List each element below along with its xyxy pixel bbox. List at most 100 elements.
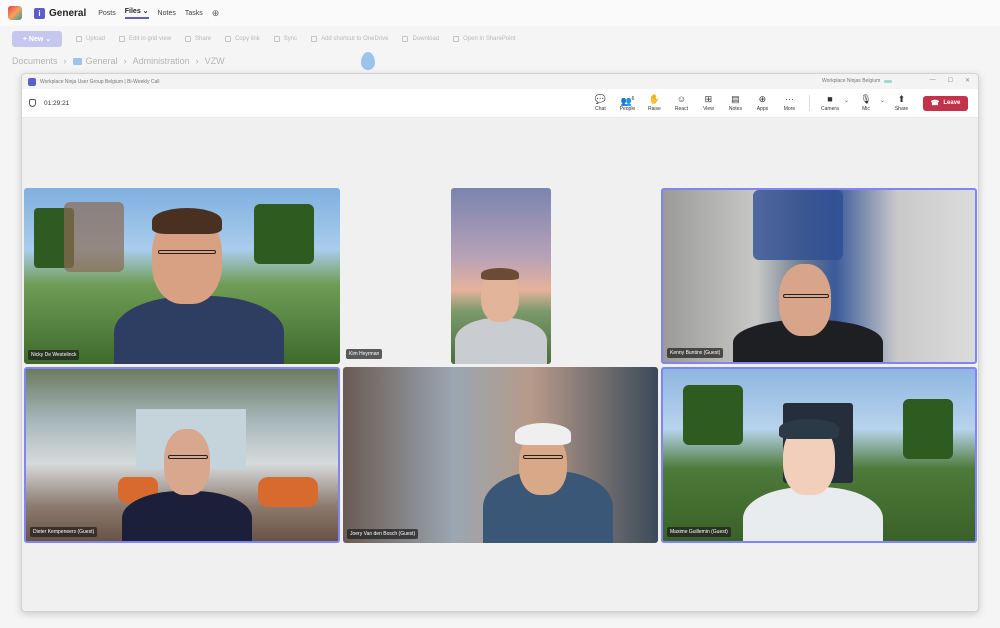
- more-button[interactable]: ··· More: [776, 94, 803, 112]
- tab-files[interactable]: Files ⌄: [124, 7, 149, 19]
- leave-label: Leave: [943, 100, 961, 106]
- camera-label: Camera: [821, 106, 839, 112]
- people-button[interactable]: 👥6 People: [614, 94, 641, 112]
- share-label: Share: [894, 106, 909, 112]
- participant-hair: [481, 268, 519, 280]
- react-button[interactable]: ☺ React: [668, 94, 695, 112]
- participant-name: Joery Van den Bosch (Guest): [347, 529, 419, 539]
- loading-drop-icon: [361, 52, 375, 70]
- apps-button[interactable]: ⊕ Apps: [749, 94, 776, 112]
- tab-posts[interactable]: Posts: [98, 10, 116, 17]
- share-icon: ⬆: [897, 94, 906, 104]
- breadcrumb-administration[interactable]: Administration: [133, 56, 190, 66]
- meeting-window: Workplace Ninja User Group Belgium | Bi-…: [21, 73, 979, 612]
- participant-glasses: [158, 250, 216, 254]
- share-button[interactable]: ⬆ Share: [888, 94, 915, 112]
- share-file-button[interactable]: Share: [185, 36, 211, 42]
- maximize-icon[interactable]: ☐: [948, 77, 953, 84]
- breadcrumb-general[interactable]: General: [86, 56, 118, 66]
- org-badge: [884, 79, 893, 83]
- raise-label: Raise: [648, 106, 661, 112]
- video-tile[interactable]: Nicky De Westelinck: [24, 188, 340, 364]
- channel-icon: i: [34, 7, 45, 19]
- upload-icon: [76, 36, 82, 42]
- participant-hair: [152, 208, 222, 234]
- apps-label: Apps: [756, 106, 769, 112]
- breadcrumb-separator: ›: [195, 56, 199, 66]
- upload-label: Upload: [86, 36, 106, 42]
- chat-button[interactable]: 💬 Chat: [587, 94, 614, 112]
- leave-button[interactable]: ☎ Leave: [923, 95, 968, 111]
- participant-cap: [515, 423, 571, 445]
- participant-body: [743, 487, 883, 541]
- channel-name: General: [49, 7, 87, 19]
- camera-options-chevron-icon[interactable]: ⌄: [844, 97, 849, 104]
- video-tile[interactable]: Joery Van den Bosch (Guest): [343, 367, 658, 543]
- shield-icon: [29, 99, 36, 107]
- participant-name: Kim Heyrman: [346, 349, 383, 359]
- participant-name: Dieter Kempeneers (Guest): [30, 527, 98, 537]
- sync-button[interactable]: Sync: [273, 36, 298, 42]
- team-logo[interactable]: [8, 6, 22, 20]
- people-count: 6: [631, 96, 635, 102]
- participant-head: [164, 429, 210, 495]
- background-sofa: [258, 477, 318, 507]
- participant-glasses: [168, 455, 208, 459]
- download-button[interactable]: Download: [402, 36, 439, 42]
- participant-name: Kenny Buntinx (Guest): [667, 348, 724, 358]
- video-tile-active-speaker[interactable]: Dieter Kempeneers (Guest): [24, 367, 340, 543]
- download-label: Download: [412, 36, 440, 42]
- notes-icon: ▤: [731, 94, 740, 104]
- participant-name: Nicky De Westelinck: [28, 350, 80, 360]
- camera-button[interactable]: ■ Camera: [816, 94, 844, 112]
- tab-notes[interactable]: Notes: [158, 10, 176, 17]
- breadcrumb-vzw[interactable]: VZW: [205, 56, 225, 66]
- video-tile-active-speaker[interactable]: Kenny Buntinx (Guest): [661, 188, 977, 364]
- tab-files-label: Files: [124, 8, 141, 15]
- raise-hand-button[interactable]: ✋ Raise: [641, 94, 668, 112]
- participant-glasses: [523, 455, 563, 459]
- copy-link-label: Copy link: [235, 36, 260, 42]
- teams-logo-icon: [28, 77, 36, 86]
- breadcrumb-separator: ›: [63, 56, 67, 66]
- copy-link-button[interactable]: Copy link: [225, 36, 260, 42]
- view-icon: ⊞: [704, 94, 713, 104]
- more-icon: ···: [784, 94, 794, 104]
- notes-button[interactable]: ▤ Notes: [722, 94, 749, 112]
- new-button[interactable]: + New ⌄: [12, 31, 62, 47]
- open-sharepoint-button[interactable]: Open in SharePoint: [453, 36, 516, 42]
- shortcut-icon: [311, 36, 318, 42]
- open-sharepoint-label: Open in SharePoint: [463, 36, 516, 42]
- mic-button[interactable]: 🎙 Mic: [852, 94, 880, 112]
- background-window: [753, 190, 843, 260]
- share-file-icon: [185, 36, 192, 42]
- raise-hand-icon: ✋: [648, 94, 661, 104]
- people-icon: 👥6: [620, 96, 635, 106]
- sync-label: Sync: [283, 36, 298, 42]
- mic-icon: 🎙: [860, 94, 872, 104]
- add-shortcut-button[interactable]: Add shortcut to OneDrive: [311, 36, 388, 42]
- breadcrumb-documents[interactable]: Documents: [12, 56, 58, 66]
- close-icon[interactable]: ✕: [965, 77, 970, 84]
- camera-icon: ■: [827, 94, 833, 104]
- meeting-titlebar[interactable]: Workplace Ninja User Group Belgium | Bi-…: [22, 74, 978, 89]
- edit-grid-button[interactable]: Edit in grid view: [119, 36, 171, 42]
- meeting-title: Workplace Ninja User Group Belgium | Bi-…: [40, 78, 160, 85]
- participant-body: [122, 491, 252, 541]
- add-tab-icon[interactable]: ⊕: [212, 8, 220, 19]
- view-button[interactable]: ⊞ View: [695, 94, 722, 112]
- react-icon: ☺: [676, 94, 687, 104]
- sharepoint-icon: [453, 36, 460, 42]
- channel-header: i General Posts Files ⌄ Notes Tasks ⊕: [0, 0, 1000, 26]
- files-toolbar: + New ⌄ Upload Edit in grid view Share C…: [0, 28, 1000, 50]
- video-tile-active-speaker[interactable]: Maxime Guillemin (Guest): [661, 367, 977, 543]
- video-tile[interactable]: [451, 188, 551, 364]
- minimize-icon[interactable]: —: [930, 77, 936, 84]
- mic-options-chevron-icon[interactable]: ⌄: [880, 97, 885, 104]
- new-button-label: + New: [22, 35, 44, 43]
- tab-tasks[interactable]: Tasks: [185, 10, 203, 17]
- participant-glasses: [783, 294, 829, 298]
- breadcrumb-separator: ›: [123, 56, 127, 66]
- chevron-down-icon: ⌄: [142, 8, 149, 15]
- upload-button[interactable]: Upload: [76, 36, 105, 42]
